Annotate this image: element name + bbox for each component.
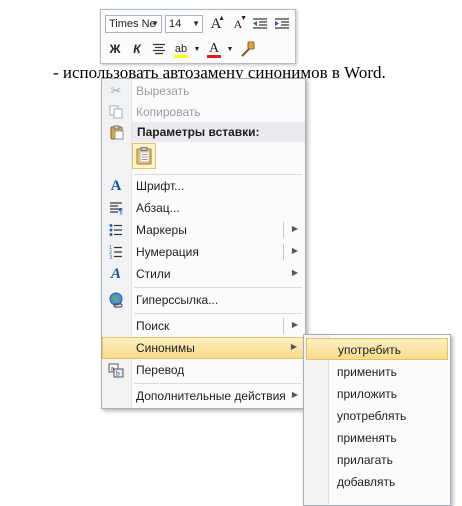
synonym-label: прилагать: [337, 453, 393, 467]
svg-text:3: 3: [109, 255, 112, 259]
menu-item-search-label: Поиск: [136, 319, 170, 333]
synonym-label: добавлять: [337, 475, 396, 489]
italic-button[interactable]: К: [127, 39, 147, 59]
format-painter-button[interactable]: [237, 39, 257, 59]
paste-clipboard-icon: [136, 147, 152, 165]
globe-link-icon: [108, 292, 124, 308]
scissors-icon: ✂: [110, 83, 122, 98]
numbering-icon: 123: [108, 244, 124, 260]
menu-item-font-label: Шрифт...: [136, 179, 185, 193]
toolbar-row-style: Ж К ab ▼ A ▼: [105, 38, 259, 60]
bullets-icon: [108, 222, 124, 238]
menu-item-cut[interactable]: ✂ Вырезать: [102, 80, 305, 102]
menu-item-translate[interactable]: ab Перевод: [102, 359, 305, 381]
highlight-button[interactable]: ab: [171, 39, 191, 59]
caret-down-icon: ▼: [240, 15, 247, 22]
split-divider: [283, 318, 284, 334]
copy-icon: [108, 104, 124, 120]
font-size-combo[interactable]: 14 ▼: [165, 15, 203, 33]
font-color-dropdown[interactable]: ▼: [226, 39, 234, 59]
clipboard-icon: [108, 124, 124, 140]
menu-item-styles-label: Стили: [136, 267, 171, 281]
synonym-label: применять: [337, 431, 397, 445]
font-icon: A: [110, 177, 122, 194]
submenu-arrow-icon: ▶: [291, 224, 298, 233]
menu-separator: [134, 313, 302, 314]
grow-font-button[interactable]: A ▲: [206, 14, 226, 34]
font-color-swatch: [207, 55, 221, 58]
translate-icon: ab: [108, 362, 124, 378]
submenu-arrow-icon: ▶: [291, 390, 298, 399]
submenu-arrow-icon: ▶: [291, 268, 298, 277]
menu-item-hyperlink[interactable]: Гиперссылка...: [102, 289, 305, 311]
menu-item-numbering[interactable]: 123 Нумерация ▶: [102, 241, 305, 263]
menu-item-paragraph-label: Абзац...: [136, 201, 180, 215]
split-divider: [283, 244, 284, 260]
styles-icon: A: [110, 265, 121, 282]
font-name-combo[interactable]: Times Ne ▼: [105, 15, 162, 33]
chevron-down-icon: ▼: [151, 19, 159, 28]
mini-toolbar: Times Ne ▼ 14 ▼ A ▲ A ▼ Ж К ab ▼ A ▼: [100, 9, 296, 64]
synonym-item[interactable]: приложить: [304, 382, 450, 404]
svg-text:¶: ¶: [118, 207, 123, 215]
synonym-item[interactable]: добавлять: [304, 470, 450, 492]
toolbar-row-format: Times Ne ▼ 14 ▼ A ▲ A ▼: [105, 13, 294, 35]
menu-item-hyperlink-label: Гиперссылка...: [136, 293, 219, 307]
synonym-label: приложить: [337, 387, 398, 401]
menu-separator: [134, 287, 302, 288]
synonym-item[interactable]: употребить: [306, 338, 448, 360]
format-painter-icon: [241, 41, 255, 57]
synonyms-submenu: употребить применить приложить употребля…: [303, 334, 451, 506]
decrease-indent-button[interactable]: [250, 14, 270, 34]
context-menu: ✂ Вырезать Копировать Параметры вставки:…: [101, 78, 306, 409]
increase-indent-icon: [275, 18, 289, 29]
synonym-item[interactable]: употреблять: [304, 404, 450, 426]
menu-item-paragraph[interactable]: ¶ Абзац...: [102, 197, 305, 219]
paste-options-label: Параметры вставки:: [132, 122, 305, 142]
bold-button[interactable]: Ж: [105, 39, 125, 59]
highlight-color-swatch: [174, 55, 188, 58]
synonym-label: употребить: [338, 343, 401, 357]
chevron-down-icon: ▼: [192, 19, 200, 28]
submenu-arrow-icon: ▶: [291, 320, 298, 329]
submenu-arrow-icon: ▶: [291, 246, 298, 255]
submenu-arrow-icon: ▶: [290, 342, 297, 351]
decrease-indent-icon: [253, 18, 267, 29]
menu-item-copy[interactable]: Копировать: [102, 101, 305, 123]
shrink-font-button[interactable]: A ▼: [228, 14, 248, 34]
font-size-value: 14: [169, 18, 182, 30]
menu-item-search[interactable]: Поиск ▶: [102, 315, 305, 337]
font-color-button[interactable]: A: [204, 39, 224, 59]
menu-item-cut-label: Вырезать: [136, 84, 190, 98]
highlight-label: ab: [174, 43, 188, 55]
menu-separator: [134, 383, 302, 384]
highlight-dropdown[interactable]: ▼: [193, 39, 201, 59]
svg-text:b: b: [116, 370, 120, 377]
menu-item-translate-label: Перевод: [136, 363, 185, 377]
synonym-item[interactable]: применять: [304, 426, 450, 448]
increase-indent-button[interactable]: [272, 14, 292, 34]
center-align-icon: [153, 43, 165, 55]
synonym-item[interactable]: прилагать: [304, 448, 450, 470]
split-divider: [283, 222, 284, 238]
menu-item-additional-actions-label: Дополнительные действия: [136, 389, 286, 403]
menu-item-additional-actions[interactable]: Дополнительные действия ▶: [102, 385, 305, 407]
center-align-button[interactable]: [149, 39, 169, 59]
menu-item-copy-label: Копировать: [136, 105, 201, 119]
menu-item-bullets-label: Маркеры: [136, 223, 187, 237]
synonym-item[interactable]: применить: [304, 360, 450, 382]
menu-item-bullets[interactable]: Маркеры ▶: [102, 219, 305, 241]
menu-item-synonyms-label: Синонимы: [136, 341, 195, 355]
caret-up-icon: ▲: [218, 15, 225, 22]
menu-item-font[interactable]: A Шрифт...: [102, 175, 305, 197]
synonym-label: применить: [337, 365, 397, 379]
menu-item-synonyms[interactable]: Синонимы ▶: [102, 337, 305, 359]
synonym-label: употреблять: [337, 409, 407, 423]
paste-options-header: Параметры вставки:: [102, 122, 305, 142]
font-name-value: Times Ne: [109, 18, 156, 30]
paragraph-icon: ¶: [108, 200, 124, 216]
menu-item-styles[interactable]: A Стили ▶: [102, 263, 305, 285]
menu-item-numbering-label: Нумерация: [136, 245, 199, 259]
keep-formatting-paste-button[interactable]: [132, 143, 156, 169]
